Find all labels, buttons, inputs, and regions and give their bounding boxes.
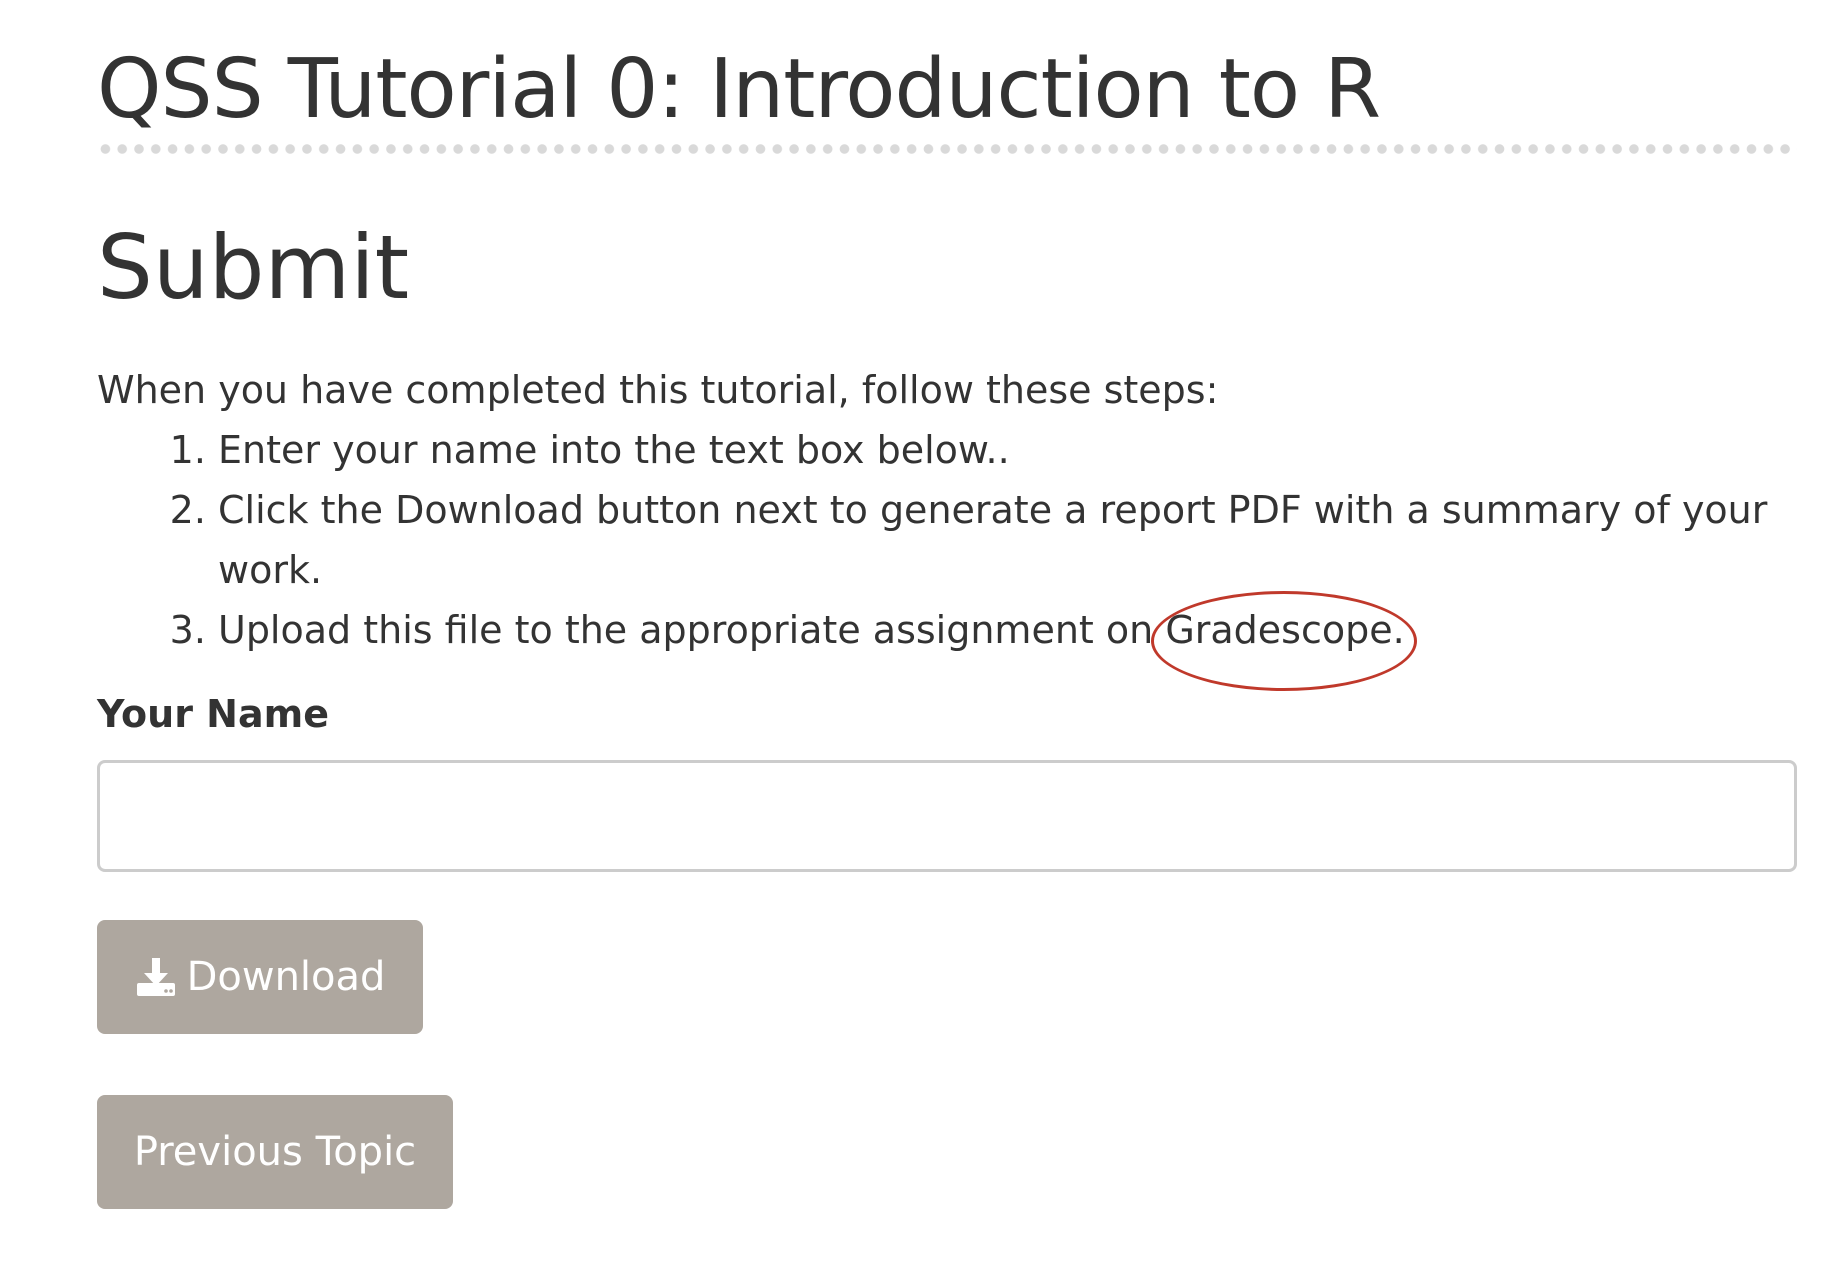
dotted-divider [97,142,1797,156]
tutorial-title: QSS Tutorial 0: Introduction to R [97,42,1381,137]
instructions-intro: When you have completed this tutorial, f… [97,368,1219,412]
gradescope-annotation: Gradescope. [1151,591,1418,691]
download-button[interactable]: Download [97,920,423,1034]
steps-list: Enter your name into the text box below.… [97,420,1797,691]
step-item: Enter your name into the text box below.… [218,420,1797,480]
download-icon [136,958,175,996]
step-text: Upload this file to the appropriate assi… [218,608,1154,652]
previous-topic-label: Previous Topic [133,1129,417,1175]
your-name-label: Your Name [97,692,329,736]
download-label: Download [186,954,386,1000]
step-text: Click the Download button next to genera… [218,488,1768,592]
your-name-input[interactable] [97,760,1797,872]
step-item: Upload this file to the appropriate assi… [218,591,1797,691]
step-text: Enter your name into the text box below.… [218,428,1010,472]
section-title: Submit [97,216,410,319]
previous-topic-button[interactable]: Previous Topic [97,1095,453,1209]
tutorial-page: QSS Tutorial 0: Introduction to R Submit… [97,0,1797,1209]
gradescope-text: Gradescope. [1165,608,1405,652]
step-item: Click the Download button next to genera… [218,480,1797,600]
